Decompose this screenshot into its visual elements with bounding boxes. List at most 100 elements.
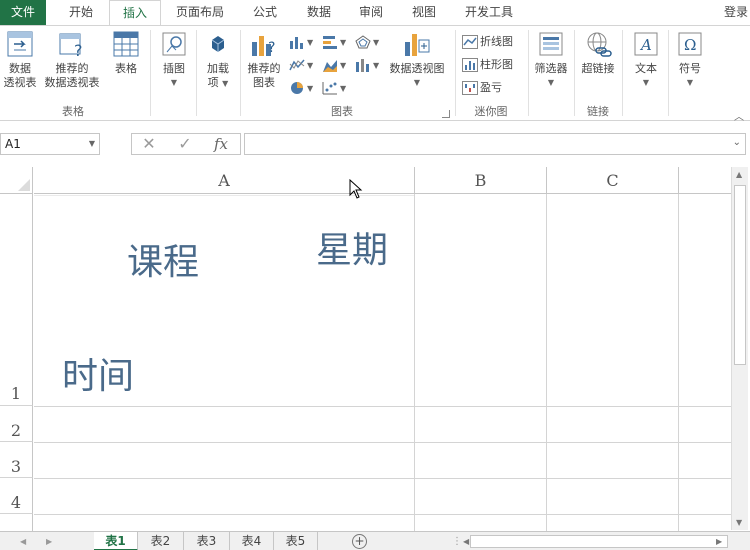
grid-line bbox=[34, 406, 731, 407]
expand-formula-chevron-down-icon[interactable]: ⌄ bbox=[733, 137, 741, 148]
illustrations-button[interactable]: 插图 ▼ bbox=[156, 30, 192, 90]
sheet-tab-bar: ◀ ▶ 表1 表2 表3 表4 表5 + ⋮ ◀ ▶ bbox=[0, 531, 750, 550]
collapse-ribbon-icon[interactable]: ︿ bbox=[734, 108, 744, 123]
tab-page-layout[interactable]: 页面布局 bbox=[166, 0, 234, 25]
select-all-corner[interactable] bbox=[0, 167, 33, 194]
charts-dialog-launcher-icon[interactable] bbox=[442, 110, 450, 118]
column-header-b[interactable]: B bbox=[415, 167, 547, 194]
pivot-chart-button[interactable]: 数据透视图 ▼ bbox=[386, 30, 448, 90]
cell-a1[interactable]: 课程 星期 时间 bbox=[34, 195, 414, 406]
area-chart-button[interactable]: ▼ bbox=[322, 55, 346, 75]
sheet-tab-2[interactable]: 表2 bbox=[138, 532, 184, 550]
name-box-chevron-down-icon[interactable]: ▼ bbox=[89, 134, 95, 154]
addins-button[interactable]: 加载 项 ▼ bbox=[200, 30, 236, 91]
recommended-charts-label-2: 图表 bbox=[253, 76, 275, 89]
scatter-chart-button[interactable]: ▼ bbox=[322, 78, 346, 98]
column-header-c[interactable]: C bbox=[547, 167, 679, 194]
svg-text:A: A bbox=[639, 36, 652, 54]
tab-formulas[interactable]: 公式 bbox=[240, 0, 290, 25]
grid-line bbox=[34, 478, 731, 479]
chevron-down-icon: ▼ bbox=[373, 61, 380, 70]
text-box-icon: A bbox=[632, 30, 660, 58]
row-header-1[interactable]: 1 bbox=[0, 194, 33, 406]
scroll-right-arrow-icon[interactable]: ▶ bbox=[716, 537, 722, 546]
addins-icon bbox=[204, 30, 232, 58]
column-header-d[interactable] bbox=[679, 167, 731, 194]
prev-sheet-arrow-icon[interactable]: ◀ bbox=[20, 537, 26, 546]
text-button[interactable]: A 文本 ▼ bbox=[628, 30, 664, 90]
tab-view[interactable]: 视图 bbox=[399, 0, 449, 25]
grid-line bbox=[414, 194, 415, 531]
pivot-chart-chevron-down-icon: ▼ bbox=[413, 78, 421, 87]
omega-icon: Ω bbox=[676, 30, 704, 58]
tab-insert[interactable]: 插入 bbox=[109, 0, 161, 26]
table-button[interactable]: 表格 bbox=[108, 30, 144, 76]
grid-line bbox=[34, 442, 731, 443]
bar-chart-button[interactable]: ▼ bbox=[322, 32, 346, 52]
group-separator bbox=[668, 30, 669, 116]
symbols-button[interactable]: Ω 符号 ▼ bbox=[672, 30, 708, 90]
row-header-3[interactable]: 3 bbox=[0, 442, 33, 478]
chevron-down-icon: ▼ bbox=[340, 38, 347, 47]
ribbon: 数据 透视表 ? 推荐的 数据透视表 表格 表格 插图 ▼ 加载 项 ▼ ? 推… bbox=[0, 25, 750, 123]
group-separator bbox=[240, 30, 241, 116]
hyperlink-label: 超链接 bbox=[581, 62, 615, 75]
symbols-label: 符号 bbox=[679, 62, 701, 75]
area-chart-icon bbox=[322, 58, 338, 72]
enter-check-icon[interactable]: ✓ bbox=[170, 134, 200, 154]
tab-developer[interactable]: 开发工具 bbox=[456, 0, 522, 25]
pivot-table-button[interactable]: 数据 透视表 bbox=[2, 30, 38, 90]
horizontal-scroll-thumb[interactable] bbox=[470, 535, 728, 548]
recommended-pivot-button[interactable]: ? 推荐的 数据透视表 bbox=[40, 30, 104, 90]
sheet-tab-3[interactable]: 表3 bbox=[184, 532, 230, 550]
addins-label-1: 加载 bbox=[207, 62, 229, 75]
pivot-table-icon bbox=[6, 30, 34, 58]
row-header-2[interactable]: 2 bbox=[0, 406, 33, 442]
vertical-scrollbar[interactable]: ▲ ▼ bbox=[731, 167, 748, 530]
radar-chart-button[interactable]: ▼ bbox=[355, 32, 379, 52]
tab-file[interactable]: 文件 bbox=[0, 0, 46, 25]
next-sheet-arrow-icon[interactable]: ▶ bbox=[46, 537, 52, 546]
recommended-pivot-icon: ? bbox=[58, 30, 86, 60]
sparkline-line-label: 折线图 bbox=[480, 35, 513, 48]
sheet-tab-4[interactable]: 表4 bbox=[230, 532, 274, 550]
scroll-left-arrow-icon[interactable]: ◀ bbox=[463, 537, 469, 546]
cancel-icon[interactable]: ✕ bbox=[134, 134, 164, 154]
filters-button[interactable]: 筛选器 ▼ bbox=[531, 30, 571, 90]
group-separator bbox=[528, 30, 529, 116]
sparkline-winloss-button[interactable]: 盈亏 bbox=[462, 78, 502, 98]
cell-text-course: 课程 bbox=[127, 242, 200, 283]
stock-chart-icon bbox=[355, 58, 371, 72]
slicer-icon bbox=[537, 30, 565, 58]
sparkline-line-button[interactable]: 折线图 bbox=[462, 32, 513, 52]
sheet-tab-5[interactable]: 表5 bbox=[274, 532, 318, 550]
scroll-up-arrow-icon[interactable]: ▲ bbox=[736, 170, 742, 179]
bar-chart-icon bbox=[322, 35, 338, 49]
hyperlink-button[interactable]: 超链接 bbox=[578, 30, 618, 76]
login-link[interactable]: 登录 bbox=[724, 0, 748, 25]
add-sheet-plus-icon[interactable]: + bbox=[352, 534, 367, 549]
table-label: 表格 bbox=[115, 62, 137, 75]
tab-data[interactable]: 数据 bbox=[294, 0, 344, 25]
row-header-5[interactable] bbox=[0, 514, 33, 531]
sheet-tab-1[interactable]: 表1 bbox=[94, 532, 138, 550]
name-box[interactable]: A1 ▼ bbox=[0, 133, 100, 155]
tab-review[interactable]: 审阅 bbox=[346, 0, 396, 25]
illustrations-label: 插图 bbox=[163, 62, 185, 75]
pivot-table-label-1: 数据 bbox=[9, 62, 31, 75]
tab-home[interactable]: 开始 bbox=[56, 0, 106, 25]
grid-line bbox=[34, 514, 731, 515]
recommended-charts-button[interactable]: ? 推荐的 图表 bbox=[244, 30, 284, 90]
insert-function-icon[interactable]: fx bbox=[206, 134, 236, 154]
vertical-scroll-thumb[interactable] bbox=[734, 185, 746, 365]
formula-input[interactable]: ⌄ bbox=[244, 133, 746, 155]
sheet-tab-splitter-icon[interactable]: ⋮ bbox=[452, 536, 462, 547]
scroll-down-arrow-icon[interactable]: ▼ bbox=[736, 518, 742, 527]
column-chart-button[interactable]: ▼ bbox=[289, 32, 313, 52]
pie-chart-button[interactable]: ▼ bbox=[289, 78, 313, 98]
line-chart-button[interactable]: ▼ bbox=[289, 55, 313, 75]
row-header-4[interactable]: 4 bbox=[0, 478, 33, 514]
recommended-pivot-label-2: 数据透视表 bbox=[44, 76, 100, 89]
stock-chart-button[interactable]: ▼ bbox=[355, 55, 379, 75]
sparkline-column-button[interactable]: 柱形图 bbox=[462, 55, 513, 75]
